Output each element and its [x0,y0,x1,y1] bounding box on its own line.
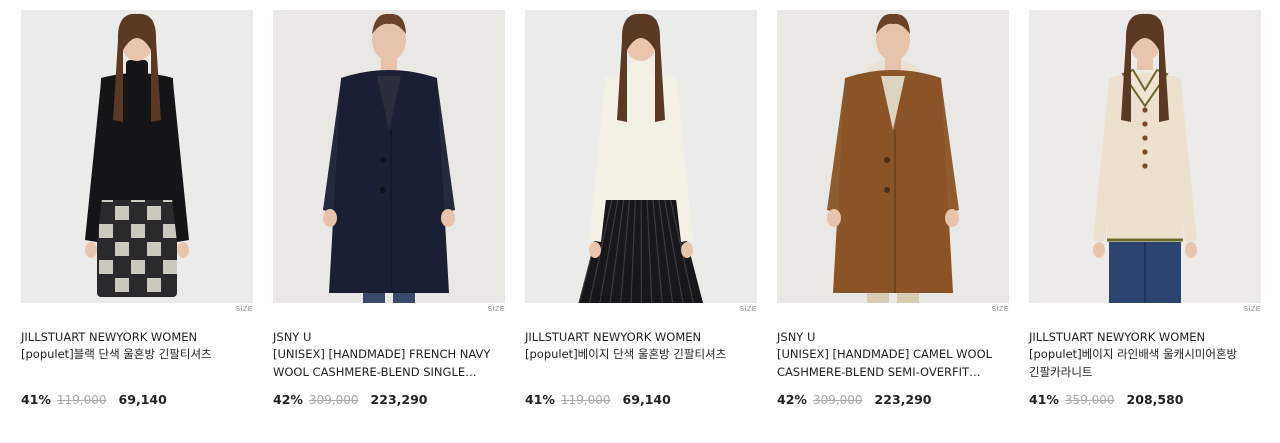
product-name[interactable]: [populet]베이지 단색 울혼방 긴팔티셔츠 [525,345,750,363]
size-label[interactable]: SIZE [991,306,1009,313]
product-name[interactable]: [populet]블랙 단색 울혼방 긴팔티셔츠 [21,345,246,363]
product-brand[interactable]: JILLSTUART NEWYORK WOMEN [1029,328,1261,346]
sale-price: 223,290 [370,392,428,407]
product-name[interactable]: [UNISEX] [HANDMADE] FRENCH NAVY WOOL CAS… [273,345,498,381]
size-label[interactable]: SIZE [487,306,505,313]
model-illustration [777,10,1009,303]
product-name[interactable]: [populet]베이지 라인배색 울캐시미어혼방 긴팔카라니트 [1029,345,1254,381]
product-image[interactable] [21,10,253,303]
product-name[interactable]: [UNISEX] [HANDMADE] CAMEL WOOL CASHMERE-… [777,345,1002,381]
product-image[interactable] [1029,10,1261,303]
price-row: 42% 309,000 223,290 [777,391,1009,409]
price-row: 41% 119,000 69,140 [525,391,757,409]
price-row: 41% 119,000 69,140 [21,391,253,409]
discount-rate: 42% [273,392,303,407]
product-image[interactable] [777,10,1009,303]
product-grid: SIZE JILLSTUART NEWYORK WOMEN [populet]블… [0,0,1280,443]
product-card[interactable]: SIZE JILLSTUART NEWYORK WOMEN [populet]베… [1029,10,1261,407]
discount-rate: 41% [525,392,555,407]
model-illustration [21,10,253,303]
price-row: 42% 309,000 223,290 [273,391,505,409]
product-card[interactable]: SIZE JILLSTUART NEWYORK WOMEN [populet]베… [525,10,757,407]
model-illustration [273,10,505,303]
model-illustration [1029,10,1261,303]
original-price: 119,000 [560,393,611,407]
original-price: 309,000 [812,393,863,407]
original-price: 309,000 [308,393,359,407]
original-price: 119,000 [56,393,107,407]
model-illustration [525,10,757,303]
discount-rate: 41% [1029,392,1059,407]
product-brand[interactable]: JILLSTUART NEWYORK WOMEN [525,328,757,346]
product-brand[interactable]: JILLSTUART NEWYORK WOMEN [21,328,253,346]
sale-price: 69,140 [622,392,671,407]
discount-rate: 42% [777,392,807,407]
product-image[interactable] [525,10,757,303]
price-row: 41% 359,000 208,580 [1029,391,1261,409]
product-card[interactable]: SIZE JILLSTUART NEWYORK WOMEN [populet]블… [21,10,253,407]
sale-price: 223,290 [874,392,932,407]
product-card[interactable]: SIZE JSNY U [UNISEX] [HANDMADE] CAMEL WO… [777,10,1009,407]
size-label[interactable]: SIZE [1243,306,1261,313]
discount-rate: 41% [21,392,51,407]
product-image[interactable] [273,10,505,303]
size-label[interactable]: SIZE [235,306,253,313]
sale-price: 208,580 [1126,392,1184,407]
product-brand[interactable]: JSNY U [777,328,1009,346]
product-brand[interactable]: JSNY U [273,328,505,346]
product-card[interactable]: SIZE JSNY U [UNISEX] [HANDMADE] FRENCH N… [273,10,505,407]
original-price: 359,000 [1064,393,1115,407]
sale-price: 69,140 [118,392,167,407]
size-label[interactable]: SIZE [739,306,757,313]
